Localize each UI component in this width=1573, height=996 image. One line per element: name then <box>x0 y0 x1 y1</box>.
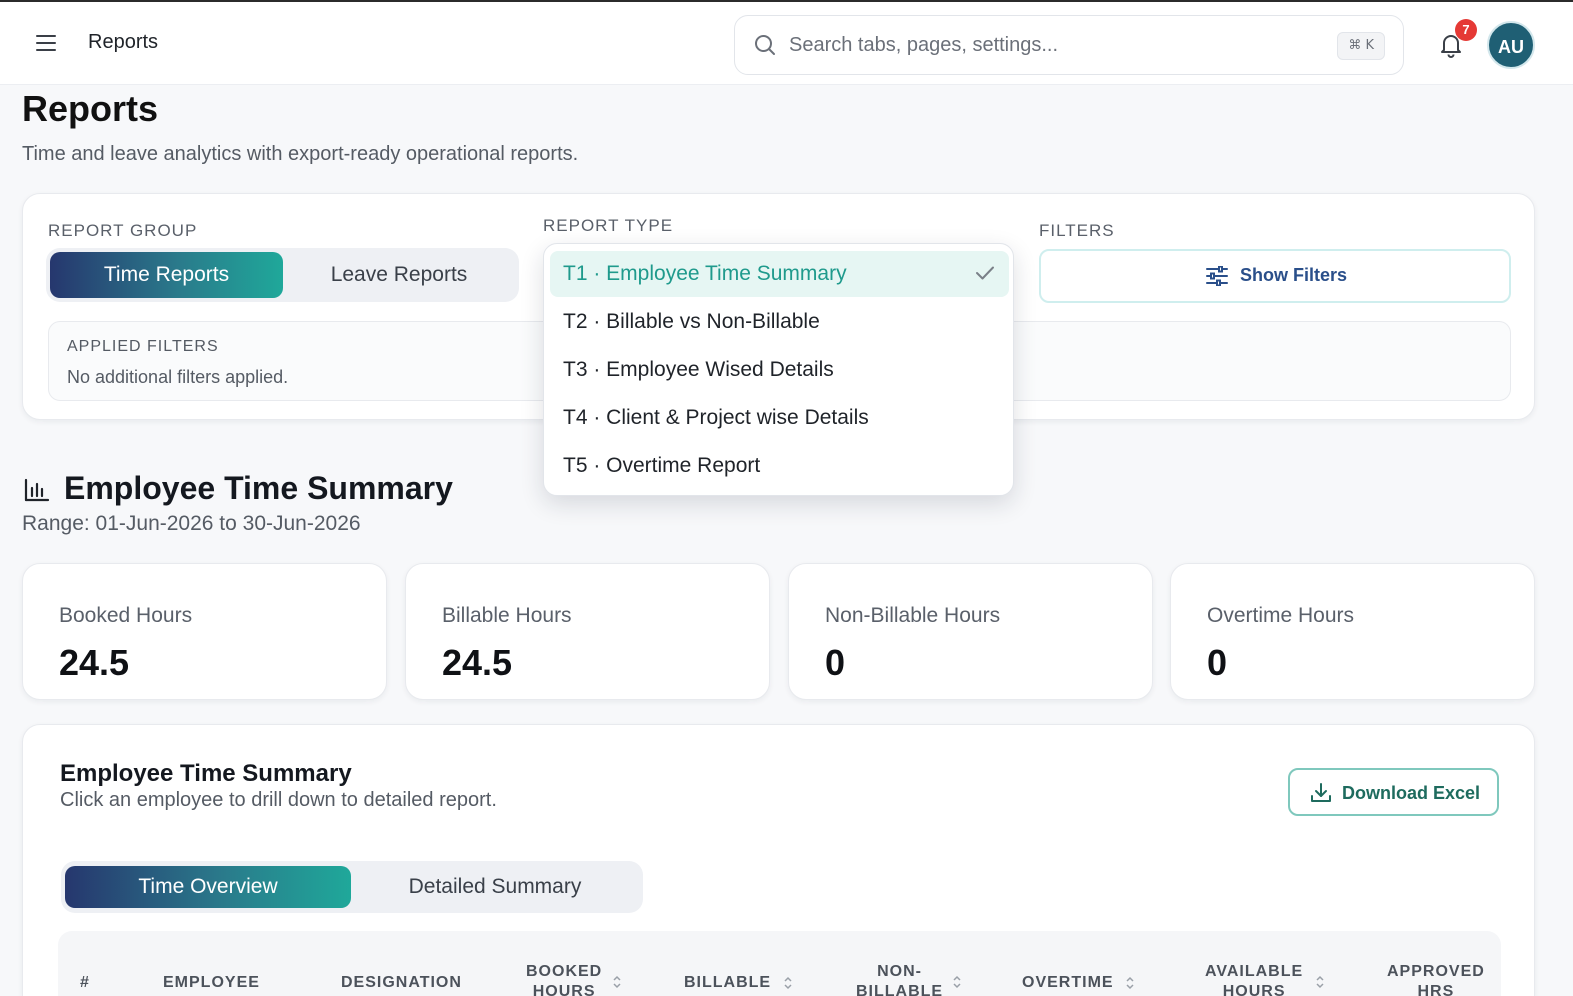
stat-card-overtime: Overtime Hours 0 <box>1170 563 1535 700</box>
column-header-available-hours[interactable]: AVAILABLE HOURS <box>1205 962 1324 996</box>
column-header-overtime[interactable]: OVERTIME <box>1022 973 1135 993</box>
column-header-billable[interactable]: BILLABLE <box>684 973 793 993</box>
stat-label: Billable Hours <box>442 604 572 627</box>
search-input[interactable] <box>789 30 1309 60</box>
report-type-dropdown: T1 · Employee Time Summary T2 · Billable… <box>543 243 1014 496</box>
show-filters-button[interactable]: Show Filters <box>1039 249 1511 303</box>
column-header-designation[interactable]: DESIGNATION <box>341 973 462 993</box>
sort-icon <box>784 976 792 989</box>
date-range: Range: 01-Jun-2026 to 30-Jun-2026 <box>22 512 361 535</box>
check-icon <box>976 266 994 280</box>
show-filters-label: Show Filters <box>1240 265 1348 285</box>
stat-card-booked: Booked Hours 24.5 <box>22 563 387 700</box>
download-excel-button[interactable]: Download Excel <box>1288 768 1499 816</box>
applied-filters-title: APPLIED FILTERS <box>67 338 219 355</box>
stat-label: Non-Billable Hours <box>825 604 1001 627</box>
applied-filters-value: No additional filters applied. <box>67 367 289 387</box>
search-icon <box>755 35 775 55</box>
summary-table-card: Employee Time Summary Click an employee … <box>22 724 1535 996</box>
bar-chart-icon <box>24 478 50 502</box>
menu-icon[interactable] <box>36 35 56 53</box>
tab-leave-reports[interactable]: Leave Reports <box>284 252 514 298</box>
table-header: # EMPLOYEE DESIGNATION BOOKED HOURS BILL… <box>58 931 1501 996</box>
top-header: Reports ⌘ K 7 AU <box>0 2 1573 85</box>
report-type-option-t4[interactable]: T4 · Client & Project wise Details <box>550 395 1009 441</box>
download-icon <box>1311 783 1331 802</box>
sort-icon <box>1126 976 1134 989</box>
report-type-option-t2[interactable]: T2 · Billable vs Non-Billable <box>550 299 1009 345</box>
report-type-option-t1[interactable]: T1 · Employee Time Summary <box>550 251 1009 297</box>
stat-card-non-billable: Non-Billable Hours 0 <box>788 563 1153 700</box>
column-header-approved-hrs[interactable]: APPROVED HRS <box>1387 962 1485 996</box>
app-title: Reports <box>88 31 159 53</box>
filters-label: FILTERS <box>1039 221 1115 240</box>
stat-label: Booked Hours <box>59 604 193 627</box>
report-group-toggle: Time Reports Leave Reports <box>46 248 519 302</box>
notification-badge: 7 <box>1455 19 1477 41</box>
sliders-icon <box>1206 265 1228 286</box>
report-type-option-t3[interactable]: T3 · Employee Wised Details <box>550 347 1009 393</box>
option-label: T3 · Employee Wised Details <box>563 358 834 381</box>
page-subtitle: Time and leave analytics with export-rea… <box>22 143 579 165</box>
download-excel-label: Download Excel <box>1342 782 1481 803</box>
column-header-non-billable[interactable]: NON- BILLABLE <box>856 962 961 996</box>
report-type-label: REPORT TYPE <box>543 216 674 235</box>
stat-label: Overtime Hours <box>1207 604 1355 627</box>
stat-value: 0 <box>1207 642 1228 683</box>
table-card-title: Employee Time Summary <box>60 760 352 787</box>
report-type-option-t5[interactable]: T5 · Overtime Report <box>550 443 1009 489</box>
report-group-label: REPORT GROUP <box>48 221 198 240</box>
option-label: T4 · Client & Project wise Details <box>563 406 869 429</box>
page-title: Reports <box>22 88 159 129</box>
column-header-index[interactable]: # <box>80 973 90 993</box>
avatar[interactable]: AU <box>1487 21 1535 69</box>
section-title: Employee Time Summary <box>64 470 453 506</box>
option-label: T1 · Employee Time Summary <box>563 262 847 285</box>
stat-value: 24.5 <box>59 642 130 683</box>
search-shortcut-hint: ⌘ K <box>1337 32 1385 60</box>
stat-value: 24.5 <box>442 642 513 683</box>
stat-card-billable: Billable Hours 24.5 <box>405 563 770 700</box>
global-search[interactable]: ⌘ K <box>734 15 1404 75</box>
table-card-subtitle: Click an employee to drill down to detai… <box>60 789 497 811</box>
tab-time-reports[interactable]: Time Reports <box>50 252 283 298</box>
tab-time-overview[interactable]: Time Overview <box>65 866 351 908</box>
option-label: T2 · Billable vs Non-Billable <box>563 310 820 333</box>
tab-detailed-summary[interactable]: Detailed Summary <box>351 866 639 908</box>
column-header-booked-hours[interactable]: BOOKED HOURS <box>526 962 621 996</box>
sort-icon <box>613 975 621 989</box>
option-label: T5 · Overtime Report <box>563 454 761 477</box>
stat-value: 0 <box>825 642 846 683</box>
column-header-employee[interactable]: EMPLOYEE <box>163 973 260 993</box>
sort-icon <box>953 975 961 989</box>
view-toggle: Time Overview Detailed Summary <box>61 861 643 913</box>
sort-icon <box>1316 975 1324 989</box>
